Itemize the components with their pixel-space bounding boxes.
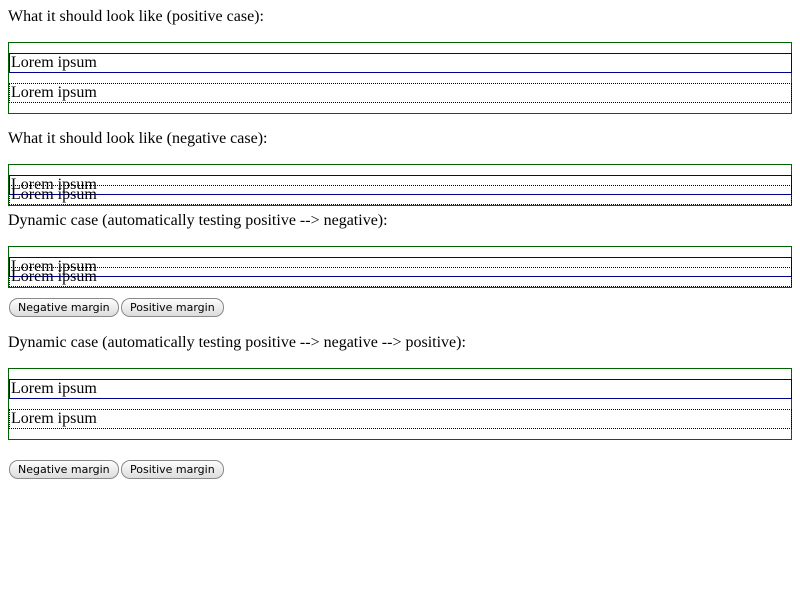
section-2-container: Lorem ipsum Lorem ipsum (8, 164, 792, 206)
section-1-box-dotted: Lorem ipsum (9, 83, 792, 103)
section-4-box-dotted: Lorem ipsum (9, 409, 792, 429)
section-3-box-dotted: Lorem ipsum (9, 267, 792, 287)
section-1-heading: What it should look like (positive case)… (8, 8, 264, 25)
section-2-box-dotted: Lorem ipsum (9, 185, 792, 205)
section-1-box-solid: Lorem ipsum (9, 53, 792, 73)
section-4-heading: Dynamic case (automatically testing posi… (8, 334, 466, 351)
section-3-container: Lorem ipsum Lorem ipsum (8, 246, 792, 288)
section-4-negative-margin-button[interactable]: Negative margin (9, 460, 119, 479)
section-3-positive-margin-button[interactable]: Positive margin (121, 298, 224, 317)
section-2-heading: What it should look like (negative case)… (8, 130, 268, 147)
section-4-positive-margin-button[interactable]: Positive margin (121, 460, 224, 479)
section-3-negative-margin-button[interactable]: Negative margin (9, 298, 119, 317)
section-4-box-solid: Lorem ipsum (9, 379, 792, 399)
section-3-heading: Dynamic case (automatically testing posi… (8, 212, 388, 229)
section-1-container: Lorem ipsum Lorem ipsum (8, 42, 792, 114)
section-4-container: Lorem ipsum Lorem ipsum (8, 368, 792, 440)
